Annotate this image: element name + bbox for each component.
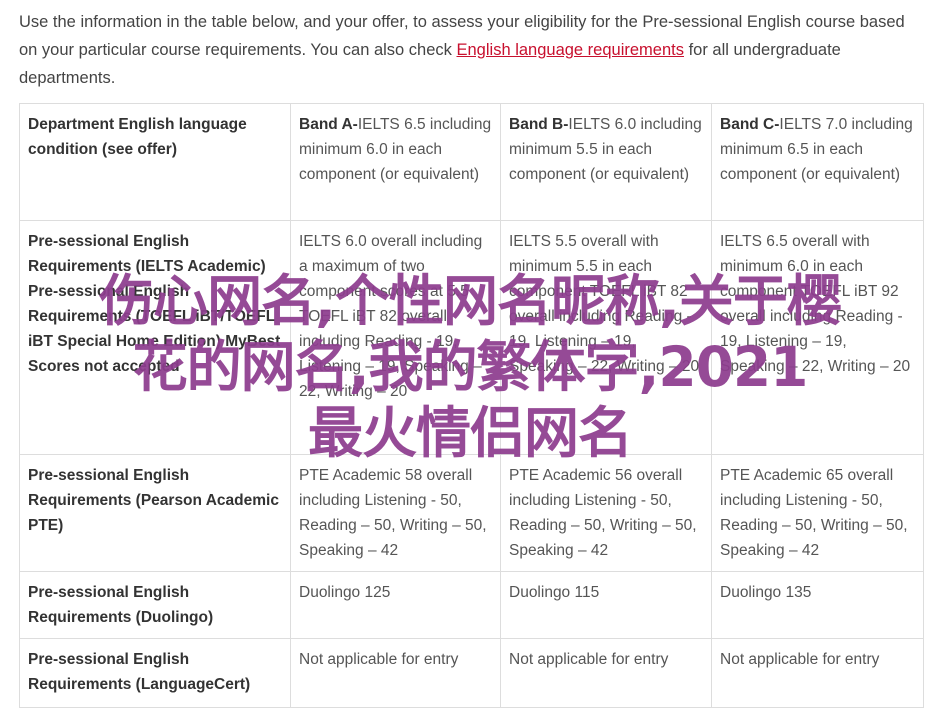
table-cell: Duolingo 125 xyxy=(290,571,501,639)
table-row: Pre-sessional English Requirements (Pear… xyxy=(19,454,924,572)
table-cell: PTE Academic 65 overall including Listen… xyxy=(711,454,924,572)
table-cell: PTE Academic 58 overall including Listen… xyxy=(290,454,501,572)
table-row: Department English language condition (s… xyxy=(19,103,924,221)
table-cell: Duolingo 135 xyxy=(711,571,924,639)
table-cell: Not applicable for entry xyxy=(290,638,501,708)
band-c-name: Band C- xyxy=(720,116,780,133)
row-label-pte: Pre-sessional English Requirements (Pear… xyxy=(19,454,291,572)
table-cell: Not applicable for entry xyxy=(711,638,924,708)
table-cell: IELTS 5.5 overall with minimum 5.5 in ea… xyxy=(500,220,712,455)
table-row: Pre-sessional English Requirements (Duol… xyxy=(19,571,924,639)
english-language-requirements-link[interactable]: English language requirements xyxy=(457,41,684,59)
table-cell: IELTS 6.0 overall including a maximum of… xyxy=(290,220,501,455)
band-b-name: Band B- xyxy=(509,116,569,133)
table-row: Pre-sessional English Requirements (IELT… xyxy=(19,220,924,455)
row-label-languagecert: Pre-sessional English Requirements (Lang… xyxy=(19,638,291,708)
table-row: Pre-sessional English Requirements (Lang… xyxy=(19,638,924,708)
table-cell: Not applicable for entry xyxy=(500,638,712,708)
row-label-duolingo: Pre-sessional English Requirements (Duol… xyxy=(19,571,291,639)
intro-paragraph: Use the information in the table below, … xyxy=(19,8,924,92)
header-label: Department English language condition (s… xyxy=(19,103,291,221)
requirements-table: Department English language condition (s… xyxy=(19,103,924,708)
table-cell: Duolingo 115 xyxy=(500,571,712,639)
band-b-cell: Band B-IELTS 6.0 including minimum 5.5 i… xyxy=(500,103,712,221)
band-a-name: Band A- xyxy=(299,116,358,133)
table-cell: IELTS 6.5 overall with minimum 6.0 in ea… xyxy=(711,220,924,455)
row-label-ielts-toefl: Pre-sessional English Requirements (IELT… xyxy=(19,220,291,455)
band-a-cell: Band A-IELTS 6.5 including minimum 6.0 i… xyxy=(290,103,501,221)
table-cell: PTE Academic 56 overall including Listen… xyxy=(500,454,712,572)
band-c-cell: Band C-IELTS 7.0 including minimum 6.5 i… xyxy=(711,103,924,221)
